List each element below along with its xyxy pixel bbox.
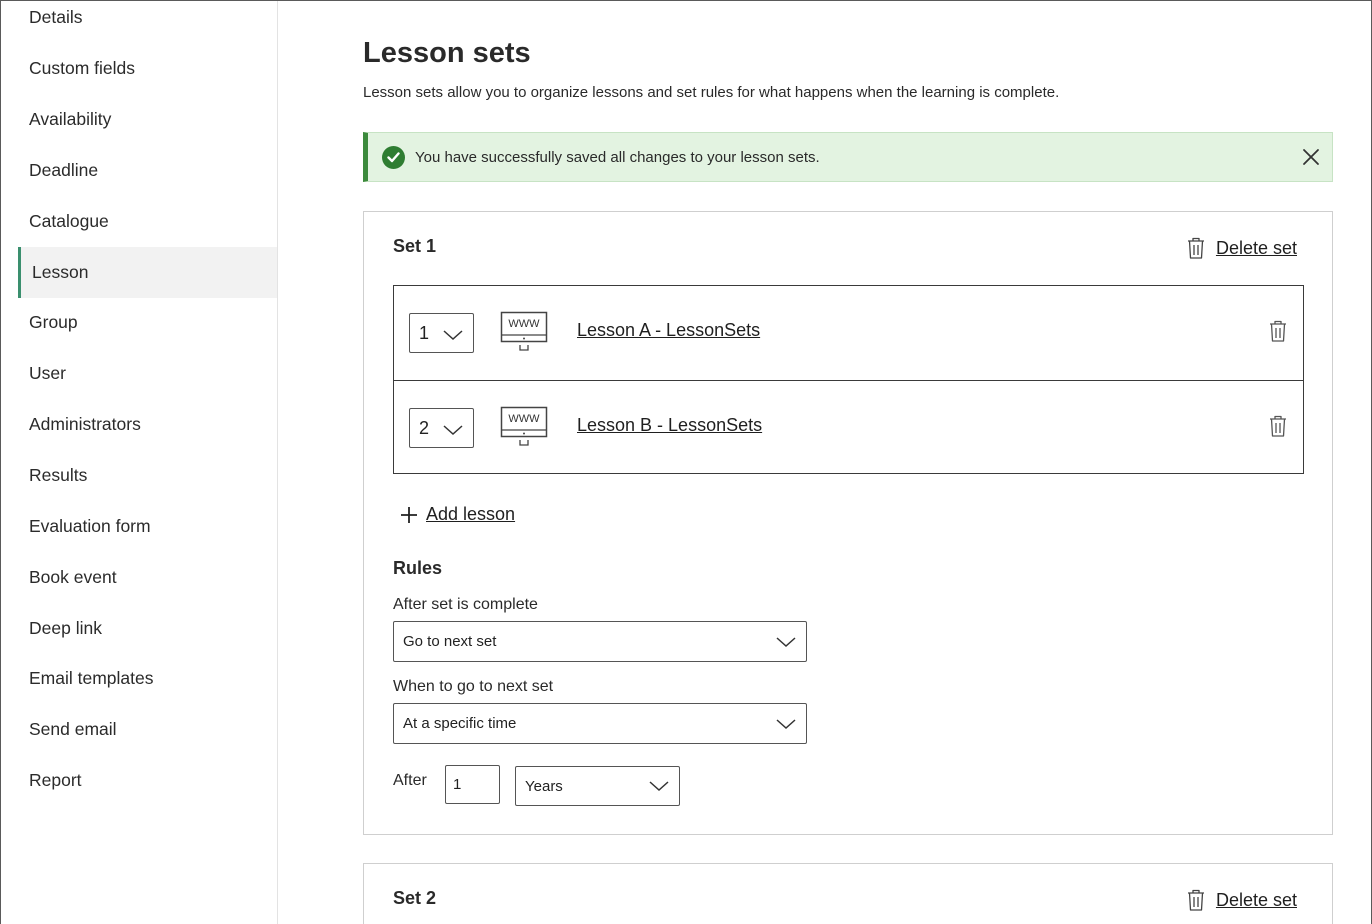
sidebar-item-label: Availability — [29, 109, 112, 129]
after-complete-value: Go to next set — [403, 633, 497, 650]
trash-icon — [1186, 236, 1206, 260]
svg-text:WWW: WWW — [508, 318, 540, 330]
sidebar-item-label: Results — [29, 465, 88, 485]
lesson-link[interactable]: Lesson A - LessonSets — [577, 320, 760, 341]
rules-heading: Rules — [393, 558, 443, 578]
page-title: Lesson sets — [363, 37, 531, 69]
sidebar-item-user[interactable]: User — [1, 348, 277, 399]
sidebar-item-label: Catalogue — [29, 211, 109, 231]
lesson-order-value: 2 — [419, 417, 430, 438]
sidebar-item-label: Administrators — [29, 414, 141, 434]
sidebar-item-deep-link[interactable]: Deep link — [1, 603, 277, 654]
alert-message: You have successfully saved all changes … — [415, 148, 820, 166]
chevron-down-icon — [442, 326, 464, 347]
sidebar-item-label: Book event — [29, 567, 117, 587]
trash-icon[interactable] — [1268, 414, 1288, 438]
sidebar-item-label: Email templates — [29, 668, 154, 688]
sidebar-item-group[interactable]: Group — [1, 297, 277, 348]
page-description: Lesson sets allow you to organize lesson… — [363, 84, 1060, 101]
chevron-down-icon — [775, 635, 797, 653]
sidebar-item-label: Custom fields — [29, 58, 136, 78]
delete-set-button[interactable]: Delete set — [1186, 236, 1297, 260]
delete-set-label: Delete set — [1215, 237, 1297, 258]
after-label: After — [393, 772, 427, 789]
sidebar-item-label: Lesson — [32, 262, 89, 282]
lesson-row: 1 WWW Lesson A - LessonSets — [394, 286, 1303, 379]
lesson-list: 1 WWW Lesson A - LessonSets 2 WWW Lesson… — [393, 285, 1304, 474]
sidebar-nav: Details Custom fields Availability Deadl… — [1, 1, 278, 924]
sidebar-item-label: Group — [29, 312, 78, 332]
lesson-set-card: Set 1 Delete set 1 WWW Lesson A - Lesson… — [363, 211, 1333, 835]
sidebar-item-administrators[interactable]: Administrators — [1, 399, 277, 450]
sidebar-item-label: Deep link — [29, 618, 102, 638]
lesson-row: 2 WWW Lesson B - LessonSets — [394, 380, 1303, 473]
sidebar-item-label: Deadline — [29, 160, 99, 180]
sidebar-item-email-templates[interactable]: Email templates — [1, 653, 277, 704]
close-icon[interactable] — [1300, 146, 1322, 168]
lesson-order-select[interactable]: 2 — [409, 408, 474, 448]
plus-icon — [400, 506, 418, 524]
sidebar-item-lesson[interactable]: Lesson — [18, 247, 277, 298]
set-title: Set 2 — [393, 888, 437, 908]
sidebar-item-evaluation-form[interactable]: Evaluation form — [1, 501, 277, 552]
sidebar-item-label: Details — [29, 7, 83, 27]
chevron-down-icon — [775, 717, 797, 735]
sidebar-item-details[interactable]: Details — [1, 1, 277, 43]
sidebar-item-report[interactable]: Report — [1, 755, 277, 806]
sidebar-item-label: Send email — [29, 719, 117, 739]
after-complete-label: After set is complete — [393, 596, 538, 613]
sidebar-item-send-email[interactable]: Send email — [1, 704, 277, 755]
svg-text:WWW: WWW — [508, 413, 540, 425]
add-lesson-button[interactable]: Add lesson — [400, 504, 515, 525]
app-window: Details Custom fields Availability Deadl… — [0, 0, 1372, 924]
time-unit-value: Years — [525, 777, 563, 795]
after-amount-input[interactable] — [445, 765, 500, 804]
sidebar-item-catalogue[interactable]: Catalogue — [1, 196, 277, 247]
sidebar-item-label: Report — [29, 770, 82, 790]
sidebar-item-custom-fields[interactable]: Custom fields — [1, 43, 277, 94]
delete-set-button[interactable]: Delete set — [1186, 888, 1297, 912]
sidebar-item-results[interactable]: Results — [1, 450, 277, 501]
trash-icon[interactable] — [1268, 319, 1288, 343]
add-lesson-label: Add lesson — [426, 504, 516, 524]
time-unit-select[interactable]: Years — [515, 766, 680, 806]
sidebar-item-book-event[interactable]: Book event — [1, 552, 277, 603]
sidebar-item-deadline[interactable]: Deadline — [1, 145, 277, 196]
when-next-set-label: When to go to next set — [393, 678, 554, 695]
after-complete-select[interactable]: Go to next set — [393, 621, 807, 662]
set-title: Set 1 — [393, 236, 437, 256]
chevron-down-icon — [442, 421, 464, 442]
www-monitor-icon: WWW — [500, 406, 548, 450]
main-content: Lesson sets Lesson sets allow you to org… — [279, 1, 1371, 924]
when-next-set-value: At a specific time — [403, 715, 517, 732]
lesson-order-select[interactable]: 1 — [409, 313, 474, 353]
sidebar-item-availability[interactable]: Availability — [1, 94, 277, 145]
delete-set-label: Delete set — [1215, 889, 1297, 910]
sidebar-item-label: User — [29, 363, 66, 383]
www-monitor-icon: WWW — [500, 311, 548, 355]
sidebar-item-label: Evaluation form — [29, 516, 151, 536]
when-next-set-select[interactable]: At a specific time — [393, 703, 807, 744]
chevron-down-icon — [648, 779, 670, 797]
success-alert: You have successfully saved all changes … — [363, 132, 1333, 182]
lesson-order-value: 1 — [419, 322, 430, 343]
check-circle-icon — [382, 145, 405, 169]
lesson-link[interactable]: Lesson B - LessonSets — [577, 415, 762, 436]
lesson-set-card: Set 2 Delete set — [363, 863, 1333, 924]
trash-icon — [1186, 888, 1206, 912]
